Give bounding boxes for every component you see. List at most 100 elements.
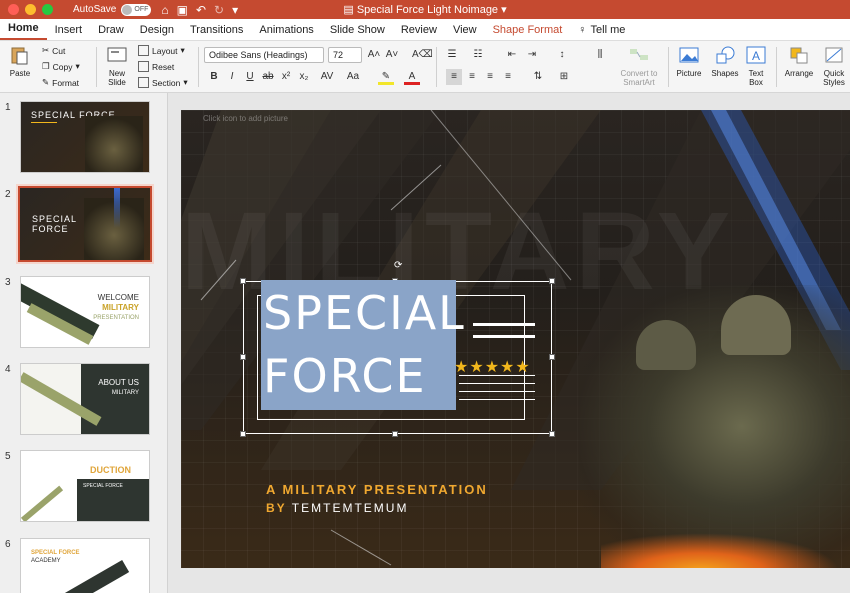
convert-label-2: SmartArt: [623, 78, 655, 87]
new-slide-label-1: New: [108, 69, 125, 78]
resize-handle[interactable]: [240, 278, 246, 284]
tab-view[interactable]: View: [445, 24, 485, 40]
resize-handle[interactable]: [549, 431, 555, 437]
resize-handle[interactable]: [240, 431, 246, 437]
brush-icon: ✎: [42, 77, 50, 87]
slide-byline[interactable]: BY TEMTEMTEMUM: [266, 501, 408, 515]
superscript-button[interactable]: x²: [278, 69, 294, 85]
underline-button[interactable]: U: [242, 69, 258, 85]
tab-shape-format[interactable]: Shape Format: [485, 24, 571, 40]
close-window-button[interactable]: [8, 4, 19, 15]
align-left-icon[interactable]: ≡: [446, 69, 462, 85]
font-size-select[interactable]: 72: [328, 47, 362, 63]
byline-author: TEMTEMTEMUM: [291, 501, 409, 515]
highlight-icon[interactable]: ✎: [378, 69, 394, 85]
slide-thumbnail-3[interactable]: WELCOME MILITARY PRESENTATION: [20, 276, 150, 348]
tab-animations[interactable]: Animations: [251, 24, 321, 40]
format-label: Format: [52, 77, 80, 88]
paste-button[interactable]: Paste: [6, 45, 34, 78]
quick-styles-button[interactable]: Quick Styles: [818, 45, 850, 87]
justify-icon[interactable]: ≡: [500, 69, 516, 85]
tell-me[interactable]: ♀ Tell me: [570, 24, 633, 40]
decrease-indent-icon[interactable]: ⇤: [504, 47, 520, 63]
change-case-button[interactable]: Aa: [342, 69, 364, 85]
copy-label: Copy: [52, 61, 73, 72]
tab-review[interactable]: Review: [393, 24, 445, 40]
increase-indent-icon[interactable]: ⇥: [524, 47, 540, 63]
thumbnail-title-line-2: ACADEMY: [31, 558, 61, 564]
font-name-select[interactable]: Odibee Sans (Headings): [204, 47, 324, 63]
slide-thumbnail-5[interactable]: DUCTION SPECIAL FORCE: [20, 450, 150, 522]
format-painter-button[interactable]: ✎ Format: [42, 77, 79, 88]
slide-thumbnail-1[interactable]: SPECIAL FORCE: [20, 101, 150, 173]
tab-transitions[interactable]: Transitions: [182, 24, 251, 40]
new-slide-icon: [107, 47, 127, 62]
arrange-button[interactable]: Arrange: [782, 45, 816, 78]
italic-button[interactable]: I: [224, 69, 240, 85]
character-spacing-button[interactable]: AV: [316, 69, 338, 85]
subscript-button[interactable]: x₂: [296, 69, 312, 85]
resize-handle[interactable]: [549, 354, 555, 360]
section-button[interactable]: Section ▾: [138, 77, 188, 88]
numbering-icon[interactable]: ☷: [470, 47, 486, 63]
customize-icon[interactable]: ▾: [232, 3, 238, 17]
resize-handle[interactable]: [392, 431, 398, 437]
slide-title-line-1[interactable]: SPECIAL: [263, 290, 466, 336]
slide-thumbnail-2[interactable]: SPECIAL FORCE: [16, 184, 154, 264]
save-icon[interactable]: ▣: [177, 3, 188, 17]
increase-font-icon[interactable]: A˄: [366, 47, 382, 63]
current-slide[interactable]: Click icon to add picture MILITARY ⟳ SPE…: [181, 110, 850, 568]
tab-home[interactable]: Home: [0, 22, 47, 40]
slide-subtitle[interactable]: A MILITARY PRESENTATION: [266, 482, 488, 497]
autosave-toggle[interactable]: OFF: [121, 3, 152, 16]
shapes-button[interactable]: Shapes: [708, 45, 742, 78]
thumbnail-title: ABOUT US MILITARY: [98, 378, 139, 398]
section-icon: [138, 77, 149, 88]
chevron-down-icon[interactable]: ▾: [498, 4, 507, 16]
title-bar: AutoSave OFF ⌂ ▣ ↶ ↻ ▾ ▤ Special Force L…: [0, 0, 850, 19]
convert-smartart-button[interactable]: Convert to SmartArt: [616, 45, 662, 87]
copy-button[interactable]: ❐ Copy ▾: [42, 61, 80, 72]
rotate-handle-icon[interactable]: ⟳: [394, 260, 402, 271]
decorative-line: [473, 335, 535, 338]
resize-handle[interactable]: [240, 354, 246, 360]
layout-button[interactable]: Layout ▾: [138, 45, 185, 56]
home-icon[interactable]: ⌂: [161, 3, 168, 17]
clear-formatting-icon[interactable]: A⌫: [412, 47, 433, 63]
bold-button[interactable]: B: [206, 69, 222, 85]
font-color-icon[interactable]: A: [404, 69, 420, 85]
align-right-icon[interactable]: ≡: [482, 69, 498, 85]
thumbnail-title-line-1: WELCOME: [97, 293, 139, 302]
thumbnail-title: WELCOME MILITARY PRESENTATION: [93, 293, 139, 323]
decrease-font-icon[interactable]: A˅: [384, 47, 400, 63]
zoom-window-button[interactable]: [42, 4, 53, 15]
align-text-icon[interactable]: ⊞: [556, 69, 572, 85]
fire-glow: [601, 530, 850, 568]
text-box-button[interactable]: A Text Box: [742, 45, 770, 87]
thumbnail-title-line-1: SPECIAL: [32, 214, 78, 224]
tab-draw[interactable]: Draw: [90, 24, 132, 40]
bullets-icon[interactable]: ☰: [444, 47, 460, 63]
line-spacing-icon[interactable]: ↕: [554, 47, 570, 63]
align-center-icon[interactable]: ≡: [464, 69, 480, 85]
slide-thumbnail-6[interactable]: SPECIAL FORCE ACADEMY: [20, 538, 150, 593]
reset-button[interactable]: Reset: [138, 61, 174, 72]
slide-thumbnail-4[interactable]: ABOUT US MILITARY: [20, 363, 150, 435]
add-picture-hint[interactable]: Click icon to add picture: [203, 114, 288, 123]
tab-slide-show[interactable]: Slide Show: [322, 24, 393, 40]
picture-button[interactable]: Picture: [672, 45, 706, 78]
strikethrough-button[interactable]: ab: [260, 69, 276, 85]
redo-icon[interactable]: ↻: [214, 3, 224, 17]
tab-design[interactable]: Design: [132, 24, 182, 40]
byline-by: BY: [266, 501, 287, 515]
columns-icon[interactable]: ⫼: [592, 47, 608, 63]
tab-insert[interactable]: Insert: [47, 24, 91, 40]
thumbnail-title-line-2: FORCE: [32, 224, 69, 234]
minimize-window-button[interactable]: [25, 4, 36, 15]
text-direction-icon[interactable]: ⇅: [530, 69, 546, 85]
slide-title-line-2[interactable]: FORCE: [263, 353, 427, 399]
undo-icon[interactable]: ↶: [196, 3, 206, 17]
resize-handle[interactable]: [549, 278, 555, 284]
new-slide-button[interactable]: New Slide: [102, 45, 132, 87]
cut-button[interactable]: ✂ Cut: [42, 45, 65, 56]
